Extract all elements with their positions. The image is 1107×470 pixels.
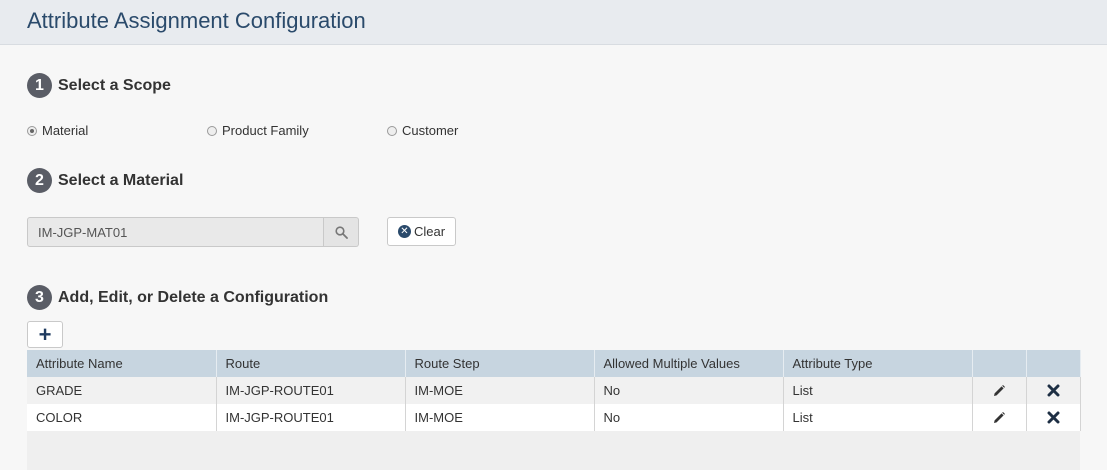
clear-label: Clear bbox=[413, 224, 446, 239]
cell-delete bbox=[1026, 377, 1081, 404]
cell-attribute-name: COLOR bbox=[27, 404, 217, 431]
column-header[interactable]: Attribute Name bbox=[27, 350, 217, 377]
cell-edit bbox=[972, 377, 1027, 404]
page-header: Attribute Assignment Configuration bbox=[0, 0, 1107, 45]
material-input[interactable]: IM-JGP-MAT01 bbox=[27, 217, 324, 247]
delete-x-icon[interactable] bbox=[1043, 408, 1063, 428]
cell-attribute-type: List bbox=[783, 404, 973, 431]
step-label: Add, Edit, or Delete a Configuration bbox=[58, 288, 329, 306]
cell-delete bbox=[1026, 404, 1081, 431]
add-configuration-button[interactable]: + bbox=[27, 321, 63, 348]
material-search-group: IM-JGP-MAT01 bbox=[27, 217, 359, 247]
step-number: 1 bbox=[27, 73, 52, 98]
column-header[interactable]: Attribute Type bbox=[783, 350, 973, 377]
pencil-icon[interactable] bbox=[989, 381, 1009, 401]
cell-route: IM-JGP-ROUTE01 bbox=[216, 377, 406, 404]
column-header[interactable]: Route bbox=[216, 350, 406, 377]
radio-customer[interactable]: Customer bbox=[387, 123, 458, 138]
cell-allowed-multiple: No bbox=[594, 404, 784, 431]
material-search-button[interactable] bbox=[324, 217, 359, 247]
column-header[interactable]: Allowed Multiple Values bbox=[594, 350, 784, 377]
radio-unchecked-icon[interactable] bbox=[207, 125, 217, 136]
step-label: Select a Material bbox=[58, 171, 184, 189]
delete-x-icon[interactable] bbox=[1043, 381, 1063, 401]
cell-attribute-name: GRADE bbox=[27, 377, 217, 404]
step-3-heading: 3 Add, Edit, or Delete a Configuration bbox=[27, 285, 328, 310]
table-row[interactable]: GRADE IM-JGP-ROUTE01 IM-MOE No List bbox=[27, 377, 1081, 404]
radio-material[interactable]: Material bbox=[27, 123, 88, 138]
configuration-grid: Attribute Name Route Route Step Allowed … bbox=[27, 350, 1081, 431]
search-icon bbox=[334, 225, 348, 239]
step-2-heading: 2 Select a Material bbox=[27, 168, 183, 193]
cell-edit bbox=[972, 404, 1027, 431]
close-circle-icon: ✕ bbox=[397, 225, 411, 238]
plus-icon: + bbox=[38, 321, 52, 347]
pencil-icon[interactable] bbox=[989, 408, 1009, 428]
table-header-row: Attribute Name Route Route Step Allowed … bbox=[27, 350, 1081, 377]
step-1-heading: 1 Select a Scope bbox=[27, 73, 171, 98]
cell-route: IM-JGP-ROUTE01 bbox=[216, 404, 406, 431]
cell-attribute-type: List bbox=[783, 377, 973, 404]
step-number: 3 bbox=[27, 285, 52, 310]
column-header-edit bbox=[972, 350, 1027, 377]
column-header-delete bbox=[1026, 350, 1081, 377]
radio-product-family[interactable]: Product Family bbox=[207, 123, 309, 138]
radio-unchecked-icon[interactable] bbox=[387, 125, 397, 136]
cell-allowed-multiple: No bbox=[594, 377, 784, 404]
table-row[interactable]: COLOR IM-JGP-ROUTE01 IM-MOE No List bbox=[27, 404, 1081, 431]
radio-label: Product Family bbox=[222, 123, 309, 138]
scope-radio-group: Material Product Family Customer bbox=[27, 123, 627, 141]
radio-label: Customer bbox=[402, 123, 459, 138]
clear-button[interactable]: ✕ Clear bbox=[387, 217, 456, 246]
cell-route-step: IM-MOE bbox=[405, 377, 595, 404]
step-number: 2 bbox=[27, 168, 52, 193]
configuration-table: Attribute Name Route Route Step Allowed … bbox=[27, 350, 1081, 431]
radio-label: Material bbox=[42, 123, 89, 138]
step-label: Select a Scope bbox=[58, 76, 171, 94]
column-header[interactable]: Route Step bbox=[405, 350, 595, 377]
radio-checked-icon[interactable] bbox=[27, 125, 37, 136]
page-title: Attribute Assignment Configuration bbox=[27, 8, 366, 33]
cell-route-step: IM-MOE bbox=[405, 404, 595, 431]
